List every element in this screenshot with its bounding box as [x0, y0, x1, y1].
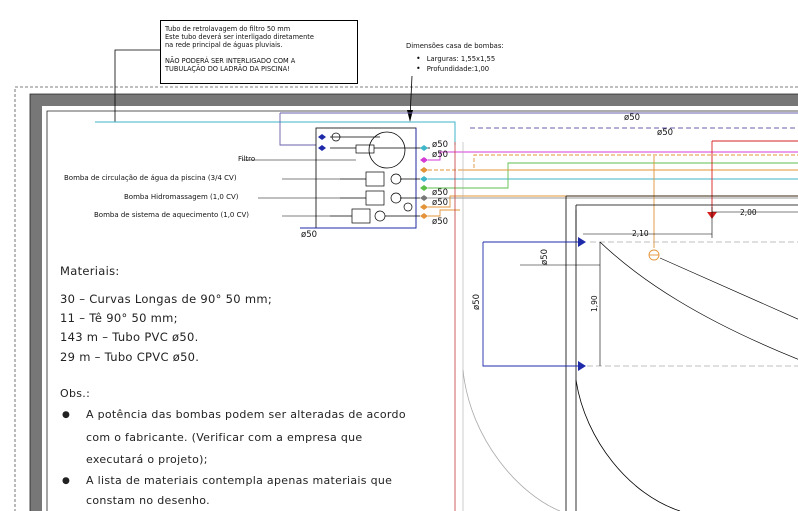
diameter-label: ø50: [624, 113, 641, 123]
pipe-backwash: [95, 121, 456, 145]
diameter-label: ø50: [432, 217, 449, 227]
bullet-dot: ●: [62, 476, 70, 486]
material-item: 11 – Tê 90° 50 mm;: [60, 311, 178, 325]
diameter-label: ø50: [432, 140, 449, 150]
note-line-5: TUBULAÇÃO DO LADRÃO DA PISCINA!: [165, 64, 290, 73]
obs-line: executará o projeto);: [86, 453, 208, 466]
pump-circulation: [365, 171, 385, 187]
obs-line: com o fabricante. (Verificar com a empre…: [86, 431, 363, 444]
filter-symbol: [368, 131, 406, 169]
diameter-label: ø50: [432, 150, 449, 160]
obs-line: A lista de materiais contempla apenas ma…: [86, 474, 393, 487]
label-pump-hydro: Bomba Hidromassagem (1,0 CV): [124, 193, 239, 201]
material-item: 143 m – Tubo PVC ø50.: [60, 330, 199, 344]
dimensions-width: Larguras: 1,55x1,55: [416, 54, 504, 64]
note-line-4: NÃO PODERÁ SER INTERLIGADO COM A: [165, 56, 296, 65]
dimension-190: 1,90: [590, 295, 599, 312]
label-filter: Filtro: [238, 155, 256, 163]
dimensions-depth: Profundidade:1,00: [416, 64, 504, 74]
pump-hydro: [365, 190, 385, 206]
pool-outline: [565, 195, 798, 511]
pipe-magenta: [428, 151, 798, 161]
observations-title: Obs.:: [60, 387, 91, 400]
label-pump-circulation: Bomba de circulação de água da piscina (…: [64, 174, 237, 182]
obs-line: constam no desenho.: [86, 494, 210, 507]
materials-title: Materiais:: [60, 264, 120, 278]
note-line-3: na rede principal de águas pluviais.: [165, 41, 283, 50]
dimensions-title: Dimensões casa de bombas:: [406, 42, 504, 50]
diameter-label: ø50: [301, 230, 318, 240]
pipe-blue: [482, 241, 583, 367]
diameter-label: ø50: [432, 188, 449, 198]
note-line-2: Este tubo deverá ser interligado diretam…: [165, 33, 314, 42]
material-item: 30 – Curvas Longas de 90° 50 mm;: [60, 292, 273, 306]
dimension-210: 2,10: [632, 229, 649, 238]
backwash-note: Tubo de retrolavagem do filtro 50 mm Est…: [160, 20, 358, 84]
diameter-label-vertical: ø50: [472, 293, 482, 310]
diameter-label: ø50: [657, 128, 674, 138]
pump-heating: [351, 208, 371, 224]
pump-house-dimensions: Dimensões casa de bombas: Larguras: 1,55…: [406, 42, 504, 74]
diameter-label: ø50: [432, 198, 449, 208]
bullet-dot: ●: [62, 410, 70, 420]
dimension-200: 2,00: [740, 208, 757, 217]
material-item: 29 m – Tubo CPVC ø50.: [60, 350, 200, 364]
pipe-orange-dashed: [428, 154, 798, 171]
obs-line: A potência das bombas podem ser alterada…: [86, 408, 406, 421]
note-line-1: Tubo de retrolavagem do filtro 50 mm: [165, 25, 291, 33]
pipe-green: [428, 162, 798, 189]
diameter-label-vertical: ø50: [540, 248, 550, 265]
label-pump-heating: Bomba de sistema de aquecimento (1,0 CV): [94, 211, 250, 219]
